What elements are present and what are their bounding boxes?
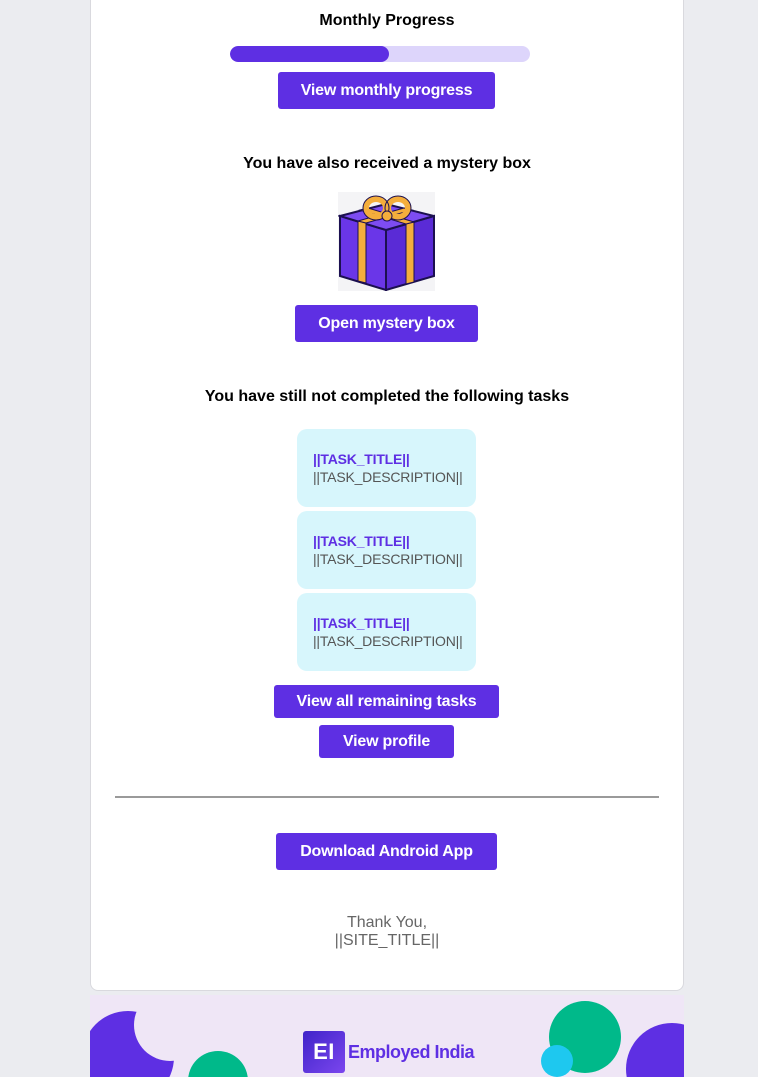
task-description: ||TASK_DESCRIPTION|| (313, 551, 463, 567)
task-card[interactable]: ||TASK_TITLE|| ||TASK_DESCRIPTION|| (297, 593, 476, 671)
monthly-progress-bar (230, 46, 530, 62)
remaining-tasks-heading: You have still not completed the followi… (204, 388, 570, 405)
logo-mark: EI (303, 1031, 345, 1073)
signoff-thank-you: Thank You, (346, 914, 428, 931)
monthly-progress-fill (230, 46, 389, 62)
view-all-remaining-tasks-button[interactable]: View all remaining tasks (274, 685, 499, 718)
gift-box-icon (336, 192, 438, 292)
decor-circle-purple-right (626, 1023, 684, 1077)
view-profile-button[interactable]: View profile (319, 725, 454, 758)
open-mystery-box-button[interactable]: Open mystery box (295, 305, 478, 342)
monthly-progress-heading: Monthly Progress (319, 12, 455, 29)
task-title: ||TASK_TITLE|| (313, 615, 410, 631)
task-card[interactable]: ||TASK_TITLE|| ||TASK_DESCRIPTION|| (297, 511, 476, 589)
mystery-box-heading: You have also received a mystery box (243, 155, 531, 172)
download-android-app-button[interactable]: Download Android App (276, 833, 497, 870)
view-monthly-progress-button[interactable]: View monthly progress (278, 72, 495, 109)
divider (115, 796, 659, 798)
signoff-site-title: ||SITE_TITLE|| (334, 932, 440, 949)
employed-india-logo[interactable]: EI Employed India (303, 1031, 475, 1073)
decor-circle-cyan (541, 1045, 573, 1077)
footer-banner: EI Employed India (90, 995, 684, 1077)
decor-circle-green-left (188, 1051, 248, 1077)
task-title: ||TASK_TITLE|| (313, 533, 410, 549)
task-description: ||TASK_DESCRIPTION|| (313, 469, 463, 485)
task-description: ||TASK_DESCRIPTION|| (313, 633, 463, 649)
task-title: ||TASK_TITLE|| (313, 451, 410, 467)
task-card[interactable]: ||TASK_TITLE|| ||TASK_DESCRIPTION|| (297, 429, 476, 507)
logo-text: Employed India (348, 1041, 475, 1062)
